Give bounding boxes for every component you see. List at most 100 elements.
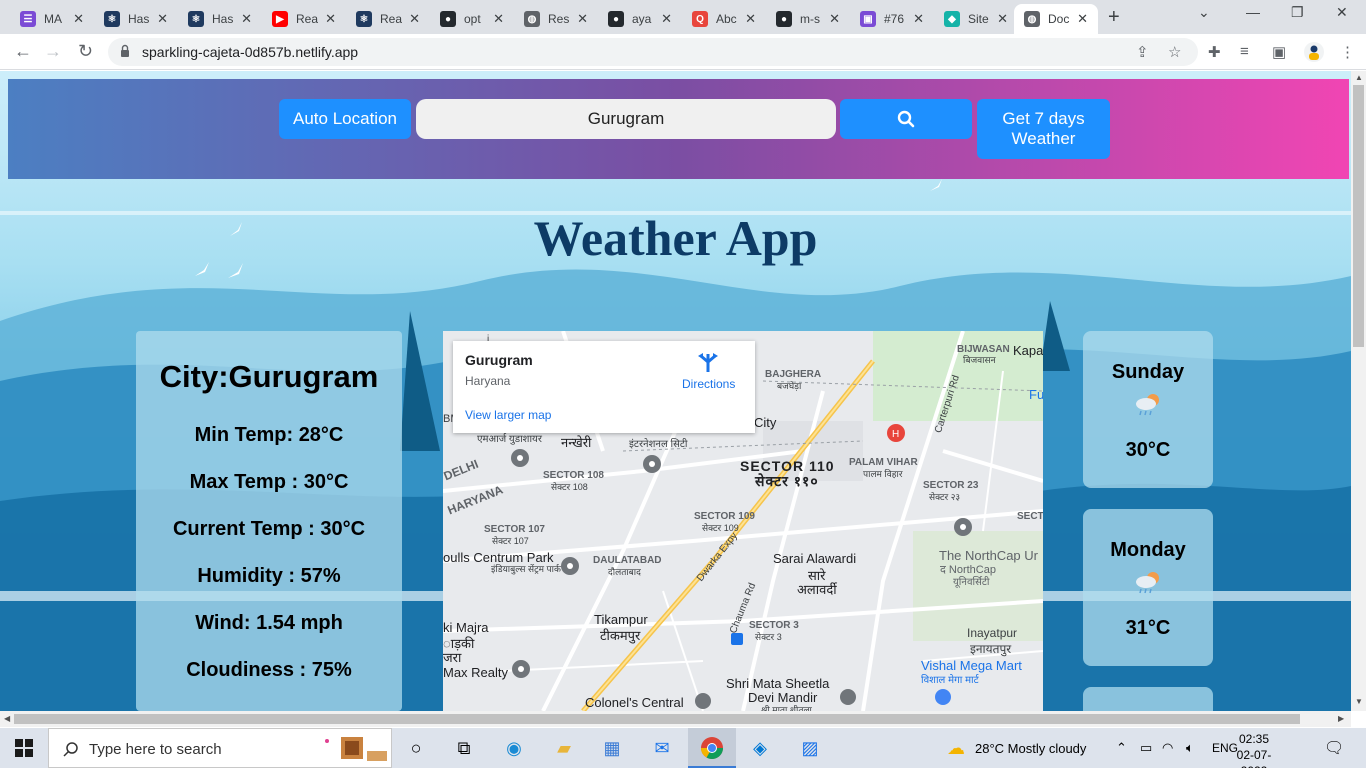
tab-close-icon[interactable]: ✕ (577, 11, 588, 27)
tab-close-icon[interactable]: ✕ (73, 11, 84, 27)
browser-tab[interactable]: ● m-s ✕ (766, 4, 850, 34)
view-larger-map-link[interactable]: View larger map (465, 408, 551, 422)
vertical-scroll-thumb[interactable] (1353, 85, 1364, 347)
tab-close-icon[interactable]: ✕ (325, 11, 336, 27)
minimize-icon[interactable]: — (1246, 4, 1260, 20)
taskbar-clock[interactable]: 02:35 02-07-2022 (1224, 731, 1284, 768)
search-q-icon: Q (692, 11, 708, 27)
photos-icon[interactable]: ▨ (798, 736, 822, 760)
tab-close-icon[interactable]: ✕ (829, 11, 840, 27)
browser-tab[interactable]: ☰ MA ✕ (10, 4, 94, 34)
tab-close-icon[interactable]: ✕ (745, 11, 756, 27)
map-label: इनायतपुर (970, 642, 1012, 656)
vscode-icon[interactable]: ◈ (748, 736, 772, 760)
lock-icon (121, 44, 129, 57)
media-control-icon[interactable]: ≡ (1240, 43, 1249, 60)
wind-speed: Wind: 1.54 mph (195, 612, 343, 634)
chrome-menu-icon[interactable]: ⋮ (1340, 43, 1355, 61)
map-label: Inayatpur (967, 626, 1018, 640)
notification-icon[interactable]: 🗨︎ (1324, 738, 1344, 758)
horizontal-scroll-thumb[interactable] (14, 714, 1300, 724)
browser-tab[interactable]: Q Abc ✕ (682, 4, 766, 34)
auto-location-button[interactable]: Auto Location (279, 99, 411, 139)
map-label: सेक्टर ११० (755, 473, 819, 489)
side-panel-icon[interactable]: ▣ (1272, 43, 1286, 61)
map-label: श्री माता शीतला (761, 705, 812, 711)
city-name: City:Gurugram (159, 359, 379, 394)
cortana-icon[interactable]: ○ (404, 736, 428, 760)
scroll-right-icon[interactable]: ▶ (1338, 714, 1344, 723)
map-label: टीकमपुर (600, 628, 641, 643)
map-label: सेक्टर २३ (929, 492, 961, 502)
browser-tab[interactable]: ● aya ✕ (598, 4, 682, 34)
tab-title: Has (128, 12, 150, 26)
browser-tab[interactable]: ▶ Rea ✕ (262, 4, 346, 34)
maximize-icon[interactable]: ❐ (1291, 4, 1304, 21)
tab-close-icon[interactable]: ✕ (661, 11, 672, 27)
weather-cloud-sun-icon[interactable]: ☁ (944, 736, 968, 760)
browser-tab[interactable]: ● opt ✕ (430, 4, 514, 34)
horizontal-scrollbar[interactable]: ◀ ▶ (0, 711, 1351, 727)
map-label: The NorthCap Ur (939, 548, 1038, 563)
tab-close-icon[interactable]: ✕ (409, 11, 420, 27)
browser-tab[interactable]: ◆ Site ✕ (934, 4, 1018, 34)
city-search-input[interactable] (416, 99, 836, 139)
window-close-icon[interactable]: ✕ (1336, 4, 1348, 21)
tab-close-icon[interactable]: ✕ (913, 11, 924, 27)
directions-icon[interactable] (697, 352, 719, 374)
taskbar-search-box[interactable]: Type here to search (48, 728, 392, 768)
cloud-rain-sun-icon (1136, 394, 1159, 416)
tray-chevron-icon[interactable]: ⌃ (1116, 740, 1127, 756)
browser-tab[interactable]: ◍ Doc ✕ (1014, 4, 1098, 34)
seven-days-weather-button[interactable]: Get 7 days Weather (977, 99, 1110, 159)
share-icon[interactable]: ⇪ (1136, 43, 1149, 61)
forward-icon[interactable]: → (44, 41, 62, 62)
browser-tab[interactable]: ◍ Res ✕ (514, 4, 598, 34)
map-label: यूनिवर्सिटी (953, 577, 990, 588)
mail-icon[interactable]: ✉ (650, 736, 674, 760)
profile-avatar[interactable] (1304, 42, 1324, 62)
battery-icon[interactable]: ▭ (1140, 740, 1152, 756)
extensions-icon[interactable]: ✚ (1208, 43, 1221, 61)
start-button[interactable] (0, 728, 48, 768)
volume-icon[interactable]: 🔈︎ (1186, 740, 1194, 756)
vertical-scrollbar[interactable]: ▲ ▼ (1351, 71, 1366, 711)
bookmark-star-icon[interactable]: ☆ (1168, 43, 1181, 61)
windows-taskbar: Type here to search ○ ⧉ ◉ ▰ ▦ ✉ ◈ ▨ ☁ 28… (0, 728, 1366, 768)
forecast-temp: 31°C (1125, 617, 1171, 639)
back-icon[interactable]: ← (14, 41, 32, 62)
map-label: Sarai Alawardi (773, 551, 857, 566)
map-label: Max Realty (443, 665, 509, 680)
search-button[interactable] (840, 99, 972, 139)
directions-link[interactable]: Directions (682, 377, 735, 391)
tab-close-icon[interactable]: ✕ (493, 11, 504, 27)
browser-tab[interactable]: ⚛ Has ✕ (178, 4, 262, 34)
tab-close-icon[interactable]: ✕ (1077, 11, 1088, 27)
taskbar-weather[interactable]: 28°C Mostly cloudy (975, 741, 1086, 756)
scroll-left-icon[interactable]: ◀ (4, 714, 10, 723)
address-bar[interactable]: sparkling-cajeta-0d857b.netlify.app ⇪ ☆ (108, 38, 1198, 66)
browser-tab[interactable]: ▣ #76 ✕ (850, 4, 934, 34)
reload-icon[interactable]: ↻ (78, 41, 93, 62)
browser-tab[interactable]: ⚛ Has ✕ (94, 4, 178, 34)
tab-close-icon[interactable]: ✕ (157, 11, 168, 27)
location-map[interactable]: H BIJWASAN बिजवासन Kapa BAJGHERA बजघेड़ा… (443, 331, 1043, 711)
tab-close-icon[interactable]: ✕ (997, 11, 1008, 27)
search-icon (63, 742, 78, 757)
map-place-name: Gurugram (465, 352, 533, 368)
edge-icon[interactable]: ◉ (502, 736, 526, 760)
file-explorer-icon[interactable]: ▰ (552, 736, 576, 760)
new-tab-button[interactable]: + (1108, 6, 1120, 29)
scroll-up-icon[interactable]: ▲ (1355, 73, 1363, 82)
tab-close-icon[interactable]: ✕ (241, 11, 252, 27)
task-view-icon[interactable]: ⧉ (452, 736, 476, 760)
tab-title: Res (548, 12, 570, 26)
tab-search-icon[interactable]: ⌄ (1198, 4, 1210, 21)
scroll-down-icon[interactable]: ▼ (1355, 697, 1363, 706)
tab-title: Abc (716, 12, 737, 26)
forecast-day: Sunday (1111, 361, 1185, 383)
store-icon[interactable]: ▦ (600, 736, 624, 760)
wifi-icon[interactable]: ◠ (1162, 740, 1173, 756)
tab-title: Has (212, 12, 234, 26)
browser-tab[interactable]: ⚛ Rea ✕ (346, 4, 430, 34)
